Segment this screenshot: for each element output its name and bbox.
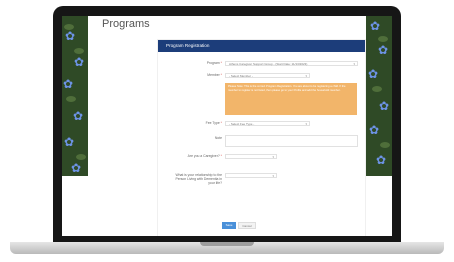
relationship-label: What is your relationship to the Person …	[175, 173, 222, 186]
save-button[interactable]: Save	[222, 222, 236, 229]
chevron-down-icon: ▾	[305, 121, 307, 126]
fee-type-label: Fee Type *	[205, 121, 222, 125]
caregiver-select[interactable]: ▾	[225, 153, 277, 159]
chevron-down-icon: ▾	[272, 173, 274, 178]
member-label: Member *	[207, 73, 222, 77]
registration-note: Please Note: This is the correct Program…	[225, 83, 357, 115]
laptop-notch	[200, 242, 254, 246]
fee-type-select[interactable]: - Select Fee Type - ▾	[225, 120, 310, 126]
chevron-down-icon: ▾	[305, 73, 307, 78]
page-title: Programs	[102, 18, 150, 30]
program-select[interactable]: Athens Caregiver Support Group - (Start …	[225, 60, 358, 66]
cancel-button[interactable]: Cancel	[238, 222, 256, 229]
flower-image-right: ✿ ✿ ✿ ✿ ✿ ✿	[366, 16, 392, 176]
form-header: Program Registration	[158, 40, 365, 52]
member-select[interactable]: - Select Member - ▾	[225, 72, 310, 78]
flower-image-left: ✿ ✿ ✿ ✿ ✿ ✿	[62, 16, 88, 176]
chevron-down-icon: ▾	[272, 154, 274, 159]
note-textarea[interactable]	[225, 135, 358, 147]
program-label: Program *	[206, 61, 222, 65]
caregiver-label: Are you a Caregiver? *	[187, 154, 222, 158]
note-label: Note	[214, 136, 222, 140]
chevron-down-icon: ▾	[353, 61, 355, 66]
relationship-select[interactable]: ▾	[225, 172, 277, 178]
screen: ✿ ✿ ✿ ✿ ✿ ✿ ✿ ✿ ✿ ✿ ✿ ✿ Programs Program…	[62, 16, 392, 236]
